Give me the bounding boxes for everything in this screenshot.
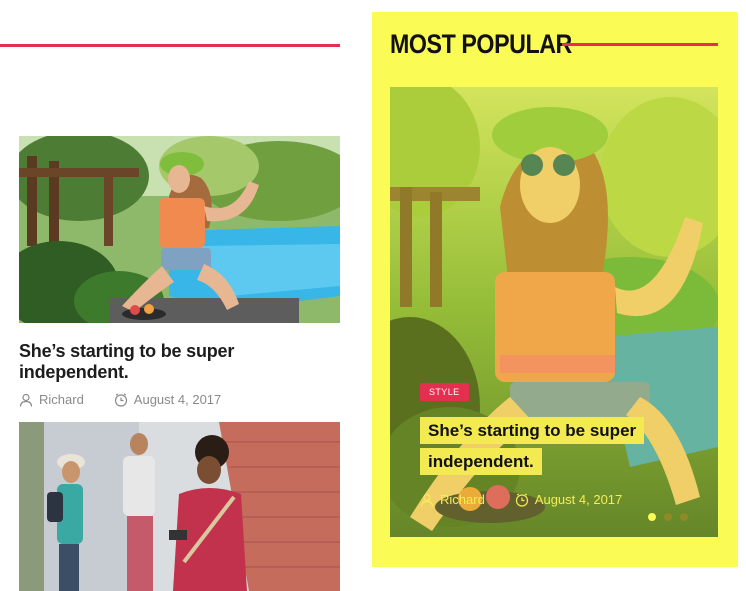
section-heading: MOST POPULAR — [390, 29, 572, 59]
article-title[interactable]: She’s starting to be super independent. — [19, 341, 340, 383]
date-text: August 4, 2017 — [534, 492, 623, 507]
section-divider-line — [0, 44, 340, 47]
article-author[interactable]: Richard — [19, 392, 84, 407]
article-date: August 4, 2017 — [114, 392, 221, 407]
article-card: She’s starting to be super independent. … — [19, 136, 340, 407]
featured-title-text: She’s starting to be super independent. — [420, 417, 645, 475]
user-icon — [19, 393, 33, 407]
featured-date: August 4, 2017 — [515, 492, 622, 507]
carousel-dot[interactable] — [648, 513, 656, 521]
carousel-dot[interactable] — [680, 513, 688, 521]
article-thumbnail[interactable] — [19, 136, 340, 323]
carousel-dots — [648, 513, 696, 521]
article-thumbnail[interactable] — [19, 422, 340, 591]
featured-meta: Richard August 4, 2017 — [420, 492, 622, 507]
heading-divider-line — [562, 43, 718, 46]
date-text: August 4, 2017 — [133, 392, 222, 407]
author-name: Richard — [440, 492, 485, 507]
article-meta: Richard August 4, 2017 — [19, 392, 340, 407]
featured-title[interactable]: She’s starting to be super independent. — [420, 415, 680, 477]
clock-icon — [515, 492, 528, 507]
user-icon — [420, 493, 434, 507]
featured-slide[interactable]: STYLE She’s starting to be super indepen… — [390, 87, 718, 537]
article-card — [19, 422, 340, 591]
clock-icon — [114, 392, 127, 407]
most-popular-panel: MOST POPULAR STYLE She’s starting to be … — [372, 12, 738, 567]
carousel-dot[interactable] — [664, 513, 672, 521]
featured-author[interactable]: Richard — [420, 492, 485, 507]
author-name: Richard — [39, 392, 84, 407]
category-badge[interactable]: STYLE — [420, 383, 469, 401]
